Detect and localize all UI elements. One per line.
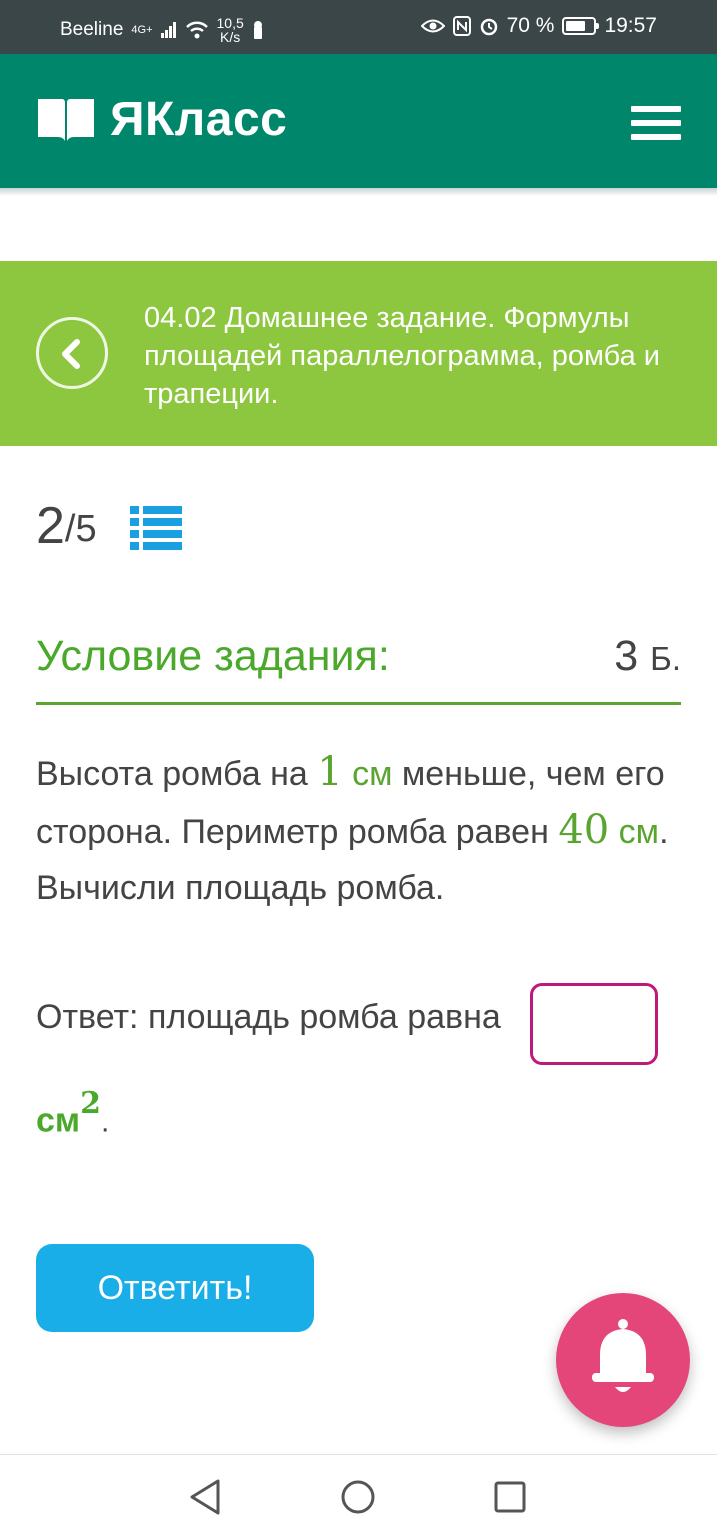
chevron-left-icon xyxy=(62,339,80,369)
carrier-name: Beeline xyxy=(60,19,124,40)
speed-unit: K/s xyxy=(220,29,241,45)
header-shadow xyxy=(0,188,717,196)
total-tasks: /5 xyxy=(64,508,97,550)
logo-text: ЯКласс xyxy=(110,93,288,146)
answer-input[interactable] xyxy=(530,983,658,1065)
book-logo-icon xyxy=(38,98,94,141)
perimeter-value: 40 xyxy=(558,807,610,853)
network-type: 4G+ xyxy=(131,23,153,36)
network-speed: 10,5 K/s xyxy=(217,16,244,44)
alarm-icon xyxy=(480,18,497,36)
unit-cm: см xyxy=(342,755,393,793)
status-right: 70 % 19:57 xyxy=(420,14,657,38)
task-progress: 2 /5 xyxy=(36,497,182,555)
nfc-icon xyxy=(452,16,471,36)
task-list-icon[interactable] xyxy=(130,504,182,550)
points-value: 3 xyxy=(614,632,639,680)
wifi-icon xyxy=(185,21,208,39)
topic-banner: 04.02 Домашнее задание. Формулы площадей… xyxy=(0,261,717,446)
signal-icon xyxy=(160,22,176,38)
unit-cm: см xyxy=(609,813,660,851)
system-nav-bar xyxy=(0,1454,717,1537)
app-header: ЯКласс xyxy=(0,54,717,188)
back-nav-icon[interactable] xyxy=(186,1477,226,1517)
problem-text: Высота ромба на 1 см меньше, чем его сто… xyxy=(36,744,681,916)
home-nav-icon[interactable] xyxy=(338,1477,378,1517)
keyhole-icon xyxy=(253,21,262,39)
status-left: Beeline 4G+ 10,5 K/s xyxy=(60,16,264,44)
problem-part: Высота ромба на xyxy=(36,755,318,793)
answer-end: . xyxy=(100,1105,110,1139)
notification-button[interactable] xyxy=(556,1293,690,1427)
height-difference-value: 1 xyxy=(317,749,343,795)
battery-fill xyxy=(566,21,585,31)
points-unit: Б. xyxy=(650,640,681,677)
battery-icon xyxy=(562,17,600,35)
task-points: 3 Б. xyxy=(614,632,681,681)
recents-nav-icon[interactable] xyxy=(490,1477,530,1517)
condition-title: Условие задания: xyxy=(36,632,390,680)
bell-icon xyxy=(592,1319,654,1392)
unit-power: 2 xyxy=(80,1086,101,1121)
battery-percent: 70 % xyxy=(506,14,555,37)
answer-label: Ответ: площадь ромба равна xyxy=(36,998,501,1036)
submit-answer-button[interactable]: Ответить! xyxy=(36,1244,314,1332)
menu-button[interactable] xyxy=(631,106,681,140)
back-button[interactable] xyxy=(36,317,108,389)
logo[interactable]: ЯКласс xyxy=(36,92,287,147)
status-bar: Beeline 4G+ 10,5 K/s 70 % 19:57 xyxy=(0,0,717,54)
current-task-number: 2 xyxy=(36,497,65,555)
answer-unit: см2. xyxy=(36,1086,110,1140)
menu-icon xyxy=(631,106,681,112)
topic-title: 04.02 Домашнее задание. Формулы площадей… xyxy=(144,302,660,410)
eye-icon xyxy=(420,19,445,33)
unit-text: см xyxy=(36,1101,81,1140)
task-condition-header: Условие задания: 3 Б. xyxy=(36,632,681,705)
clock: 19:57 xyxy=(604,14,657,37)
